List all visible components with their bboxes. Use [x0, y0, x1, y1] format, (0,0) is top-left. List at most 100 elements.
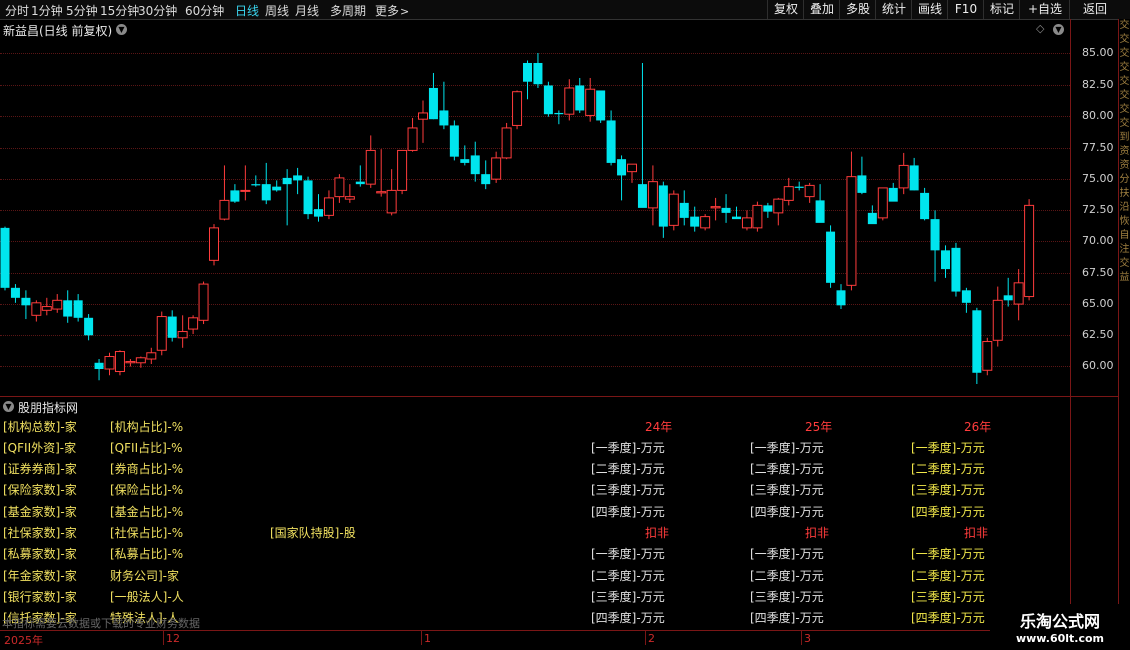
candle-body[interactable] — [10, 287, 20, 298]
period-fenshi[interactable]: 分时 — [5, 2, 29, 19]
candle-body[interactable] — [961, 290, 971, 303]
period-multi[interactable]: 多周期 — [330, 2, 366, 19]
candle-body[interactable] — [815, 200, 825, 223]
candle-body[interactable] — [992, 299, 1003, 341]
chart-title-dropdown-icon[interactable]: ▼ — [116, 24, 127, 35]
candle-body[interactable] — [303, 180, 313, 215]
candle-body[interactable] — [334, 177, 345, 198]
candle-body[interactable] — [428, 87, 438, 120]
candle-body[interactable] — [564, 87, 575, 115]
overlay-button[interactable]: 叠加 — [803, 0, 840, 19]
candle-body[interactable] — [293, 175, 303, 181]
candle-body[interactable] — [668, 193, 679, 226]
f10-button[interactable]: F10 — [947, 0, 984, 19]
candle-body[interactable] — [836, 290, 846, 306]
candle-body[interactable] — [920, 192, 930, 220]
candle-body[interactable] — [146, 352, 157, 360]
candle-body[interactable] — [73, 300, 83, 318]
candle-body[interactable] — [188, 317, 199, 330]
candle-body[interactable] — [596, 90, 606, 121]
candle-body[interactable] — [41, 306, 52, 311]
period-5min[interactable]: 5分钟 — [66, 2, 98, 19]
chart-options-icon[interactable]: ▼ — [1053, 24, 1064, 35]
candle-body[interactable] — [52, 299, 63, 310]
candle-body[interactable] — [554, 112, 564, 115]
candle-body[interactable] — [219, 199, 230, 220]
candle-body[interactable] — [481, 174, 491, 185]
candle-body[interactable] — [543, 85, 553, 115]
candle-body[interactable] — [1003, 295, 1013, 301]
candle-body[interactable] — [773, 198, 784, 214]
candle-body[interactable] — [867, 212, 877, 225]
candle-body[interactable] — [439, 110, 449, 126]
candle-body[interactable] — [877, 187, 888, 219]
candle-body[interactable] — [627, 163, 637, 173]
candle-body[interactable] — [804, 184, 815, 198]
candle-body[interactable] — [512, 91, 523, 126]
candle-body[interactable] — [63, 300, 73, 317]
candle-body[interactable] — [1013, 282, 1024, 305]
period-30min[interactable]: 30分钟 — [138, 2, 177, 19]
candle-body[interactable] — [355, 181, 365, 185]
period-60min[interactable]: 60分钟 — [185, 2, 224, 19]
right-info-strip[interactable]: 交 交 交 交 交 交 交 交 到 资 资 分 扶 沿 恢 自 注 交 益 — [1119, 19, 1130, 650]
candle-body[interactable] — [314, 209, 323, 217]
period-more[interactable]: 更多> — [375, 2, 409, 19]
candle-body[interactable] — [637, 184, 647, 208]
mark-button[interactable]: 标记 — [983, 0, 1020, 19]
candle-body[interactable] — [31, 302, 42, 316]
candle-body[interactable] — [741, 217, 752, 229]
candle-body[interactable] — [690, 216, 700, 227]
period-1min[interactable]: 1分钟 — [31, 2, 63, 19]
candle-body[interactable] — [982, 341, 993, 371]
candle-body[interactable] — [251, 184, 261, 186]
candle-body[interactable] — [125, 361, 136, 364]
candle-body[interactable] — [783, 186, 794, 201]
candle-body[interactable] — [763, 205, 773, 212]
diamond-icon[interactable]: ◇ — [1036, 22, 1044, 35]
candle-body[interactable] — [523, 62, 532, 82]
candle-body[interactable] — [323, 197, 334, 216]
candle-body[interactable] — [240, 189, 251, 192]
candle-body[interactable] — [826, 231, 836, 283]
candle-body[interactable] — [658, 185, 668, 227]
candle-body[interactable] — [386, 189, 397, 214]
candle-body[interactable] — [460, 159, 470, 163]
candle-body[interactable] — [846, 176, 857, 286]
period-15min[interactable]: 15分钟 — [100, 2, 139, 19]
candle-body[interactable] — [397, 149, 408, 191]
candle-body[interactable] — [930, 219, 940, 251]
candle-body[interactable] — [1024, 204, 1035, 298]
candle-body[interactable] — [344, 196, 355, 200]
candle-body[interactable] — [710, 206, 721, 209]
candle-body[interactable] — [209, 227, 219, 261]
candle-body[interactable] — [114, 351, 125, 373]
candle-body[interactable] — [794, 186, 804, 188]
candle-body[interactable] — [941, 250, 950, 270]
candle-body[interactable] — [365, 149, 376, 185]
back-button[interactable]: 返回 — [1069, 0, 1120, 19]
candle-body[interactable] — [21, 297, 31, 306]
candle-body[interactable] — [617, 159, 627, 176]
candle-body[interactable] — [951, 247, 961, 292]
indicator-dropdown-icon[interactable]: ▼ — [3, 401, 14, 412]
candle-body[interactable] — [167, 316, 177, 338]
period-weekly[interactable]: 周线 — [265, 2, 289, 19]
draw-line-button[interactable]: 画线 — [911, 0, 948, 19]
candle-body[interactable] — [470, 155, 480, 175]
candle-body[interactable] — [732, 216, 741, 220]
candle-body[interactable] — [972, 310, 982, 373]
candle-body[interactable] — [282, 177, 292, 185]
candle-body[interactable] — [156, 316, 167, 351]
candle-body[interactable] — [491, 157, 502, 180]
fuquan-button[interactable]: 复权 — [767, 0, 804, 19]
candle-body[interactable] — [94, 362, 104, 370]
add-watchlist-button[interactable]: +自选 — [1019, 0, 1070, 19]
candle-body[interactable] — [272, 186, 282, 191]
candle-body[interactable] — [585, 88, 596, 116]
candle-body[interactable] — [501, 127, 512, 159]
candle-body[interactable] — [135, 357, 146, 364]
candle-body[interactable] — [230, 190, 240, 202]
candlestick-chart[interactable] — [0, 38, 1070, 394]
period-daily[interactable]: 日线 — [235, 2, 259, 19]
